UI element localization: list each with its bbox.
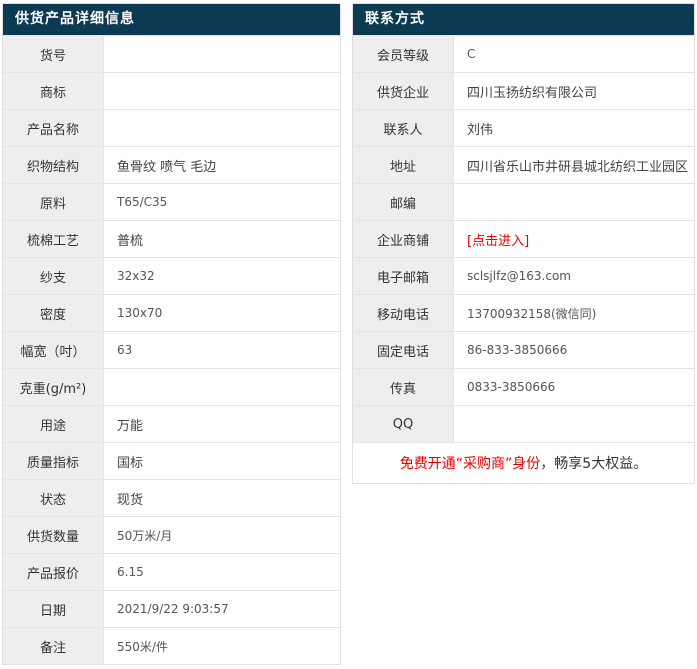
row-label: 日期 bbox=[3, 591, 104, 627]
row-label: 用途 bbox=[3, 406, 104, 442]
row-label: QQ bbox=[353, 406, 454, 442]
buyer-promo-text: ，畅享5大权益。 bbox=[540, 456, 648, 472]
row-label: 供货数量 bbox=[3, 517, 104, 553]
row-label: 传真 bbox=[353, 369, 454, 405]
page: 供货产品详细信息 货号 商标 产品名称 织物结构 鱼骨纹 喷气 毛边 原料 T6… bbox=[0, 0, 697, 665]
table-row-trademark: 商标 bbox=[3, 72, 340, 109]
row-label: 产品报价 bbox=[3, 554, 104, 590]
row-value: 0833-3850666 bbox=[467, 380, 556, 394]
row-value: C bbox=[467, 47, 476, 61]
row-value: 万能 bbox=[117, 418, 144, 434]
table-row-item-number: 货号 bbox=[3, 35, 340, 72]
table-row-combing-process: 梳棉工艺 普梳 bbox=[3, 220, 340, 257]
contact-info-header: 联系方式 bbox=[353, 4, 694, 35]
table-row-address: 地址 四川省乐山市井研县城北纺织工业园区 bbox=[353, 146, 694, 183]
row-value: 鱼骨纹 喷气 毛边 bbox=[117, 159, 217, 175]
row-value: 四川省乐山市井研县城北纺织工业园区 bbox=[467, 159, 689, 175]
row-label: 联系人 bbox=[353, 110, 454, 146]
row-value: 2021/9/22 9:03:57 bbox=[117, 602, 229, 616]
row-label: 质量指标 bbox=[3, 443, 104, 479]
table-row-supplier-company: 供货企业 四川玉扬纺织有限公司 bbox=[353, 72, 694, 109]
row-label: 梳棉工艺 bbox=[3, 221, 104, 257]
product-info-panel: 供货产品详细信息 货号 商标 产品名称 织物结构 鱼骨纹 喷气 毛边 原料 T6… bbox=[2, 3, 341, 665]
table-row-landline-phone: 固定电话 86-833-3850666 bbox=[353, 331, 694, 368]
row-label: 织物结构 bbox=[3, 147, 104, 183]
table-row-member-level: 会员等级 C bbox=[353, 35, 694, 72]
table-row-weight: 克重(g/m²) bbox=[3, 368, 340, 405]
table-row-product-name: 产品名称 bbox=[3, 109, 340, 146]
table-row-company-shop: 企业商铺 [点击进入] bbox=[353, 220, 694, 257]
row-value: sclsjlfz@163.com bbox=[467, 269, 571, 283]
row-label: 产品名称 bbox=[3, 110, 104, 146]
row-value bbox=[104, 73, 340, 109]
row-label: 克重(g/m²) bbox=[3, 369, 104, 405]
table-row-remarks: 备注 550米/件 bbox=[3, 627, 340, 664]
row-value bbox=[104, 110, 340, 146]
product-info-header: 供货产品详细信息 bbox=[3, 4, 340, 35]
table-row-mobile-phone: 移动电话 13700932158(微信同) bbox=[353, 294, 694, 331]
row-value: T65/C35 bbox=[117, 195, 168, 209]
table-row-yarn-count: 纱支 32x32 bbox=[3, 257, 340, 294]
table-row-contact-person: 联系人 刘伟 bbox=[353, 109, 694, 146]
row-value: 刘伟 bbox=[467, 122, 494, 138]
table-row-email: 电子邮箱 sclsjlfz@163.com bbox=[353, 257, 694, 294]
table-row-raw-material: 原料 T65/C35 bbox=[3, 183, 340, 220]
table-row-quality-standard: 质量指标 国标 bbox=[3, 442, 340, 479]
row-label: 邮编 bbox=[353, 184, 454, 220]
row-value bbox=[454, 184, 694, 220]
row-value: 国标 bbox=[117, 455, 144, 471]
row-label: 地址 bbox=[353, 147, 454, 183]
row-value bbox=[454, 406, 694, 442]
row-label: 备注 bbox=[3, 628, 104, 664]
row-label: 供货企业 bbox=[353, 73, 454, 109]
contact-info-panel: 联系方式 会员等级 C 供货企业 四川玉扬纺织有限公司 联系人 刘伟 地址 四川… bbox=[352, 3, 695, 484]
row-label: 原料 bbox=[3, 184, 104, 220]
row-value bbox=[104, 369, 340, 405]
row-value bbox=[104, 36, 340, 72]
row-label: 会员等级 bbox=[353, 36, 454, 72]
row-value: 6.15 bbox=[117, 565, 144, 579]
row-label: 货号 bbox=[3, 36, 104, 72]
row-label: 状态 bbox=[3, 480, 104, 516]
table-row-usage: 用途 万能 bbox=[3, 405, 340, 442]
shop-enter-link[interactable]: [点击进入] bbox=[467, 230, 529, 249]
table-row-postal-code: 邮编 bbox=[353, 183, 694, 220]
row-value: 86-833-3850666 bbox=[467, 343, 568, 357]
table-row-fax: 传真 0833-3850666 bbox=[353, 368, 694, 405]
table-row-qq: QQ bbox=[353, 405, 694, 442]
row-value: 130x70 bbox=[117, 306, 163, 320]
row-label: 商标 bbox=[3, 73, 104, 109]
buyer-promo-banner: 免费开通“采购商”身份 ，畅享5大权益。 bbox=[353, 442, 694, 483]
row-value: 普梳 bbox=[117, 233, 144, 249]
row-value: [点击进入] bbox=[454, 221, 694, 257]
row-value: 50万米/月 bbox=[117, 528, 173, 543]
table-row-fabric-structure: 织物结构 鱼骨纹 喷气 毛边 bbox=[3, 146, 340, 183]
buyer-promo-link[interactable]: 免费开通“采购商”身份 bbox=[400, 453, 541, 473]
row-label: 移动电话 bbox=[353, 295, 454, 331]
row-label: 固定电话 bbox=[353, 332, 454, 368]
table-row-width: 幅宽（吋） 63 bbox=[3, 331, 340, 368]
row-value: 现货 bbox=[117, 492, 144, 508]
row-label: 密度 bbox=[3, 295, 104, 331]
row-value: 32x32 bbox=[117, 269, 155, 283]
row-value: 四川玉扬纺织有限公司 bbox=[467, 85, 598, 101]
row-value: 13700932158(微信同) bbox=[467, 306, 597, 321]
table-row-density: 密度 130x70 bbox=[3, 294, 340, 331]
row-value: 550米/件 bbox=[117, 639, 168, 654]
row-label: 电子邮箱 bbox=[353, 258, 454, 294]
row-label: 纱支 bbox=[3, 258, 104, 294]
row-label: 企业商铺 bbox=[353, 221, 454, 257]
table-row-product-quote: 产品报价 6.15 bbox=[3, 553, 340, 590]
table-row-date: 日期 2021/9/22 9:03:57 bbox=[3, 590, 340, 627]
table-row-status: 状态 现货 bbox=[3, 479, 340, 516]
table-row-supply-quantity: 供货数量 50万米/月 bbox=[3, 516, 340, 553]
row-value: 63 bbox=[117, 343, 133, 357]
row-label: 幅宽（吋） bbox=[3, 332, 104, 368]
